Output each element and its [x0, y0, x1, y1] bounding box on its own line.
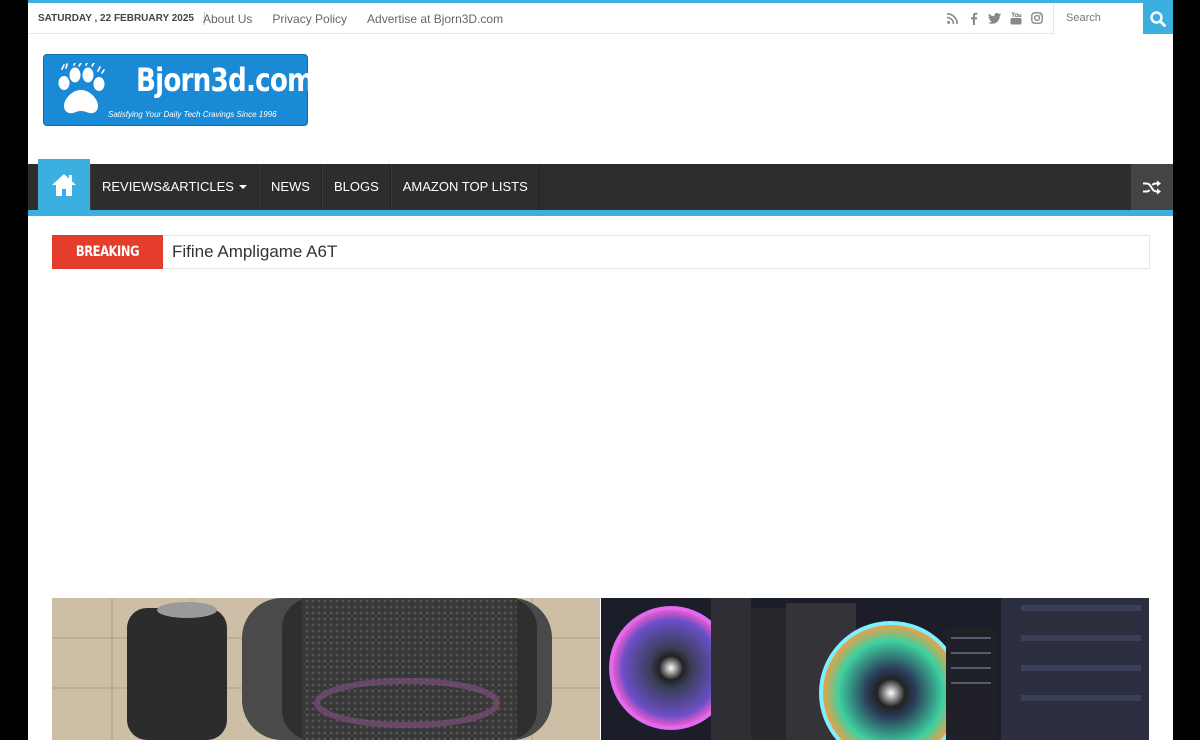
- featured-thumbnails: [52, 598, 1149, 740]
- nav-item-label: REVIEWS&ARTICLES: [102, 179, 234, 194]
- twitter-icon[interactable]: [988, 11, 1001, 25]
- page: SATURDAY , 22 FEBRUARY 2025 About Us Pri…: [28, 0, 1173, 740]
- privacy-policy-link[interactable]: Privacy Policy: [272, 12, 347, 26]
- home-icon: [52, 173, 76, 196]
- home-button[interactable]: [38, 159, 90, 210]
- search-icon: [1150, 10, 1166, 27]
- search-box: [1053, 3, 1143, 34]
- search-button[interactable]: [1143, 3, 1173, 34]
- nav-item-label: AMAZON TOP LISTS: [402, 179, 528, 194]
- top-links: About Us Privacy Policy Advertise at Bjo…: [203, 3, 523, 34]
- pc-cooler-image: [601, 598, 1149, 740]
- nav-item-blogs[interactable]: BLOGS: [321, 164, 391, 210]
- logo-tagline: Satisfying Your Daily Tech Cravings Sinc…: [108, 110, 277, 119]
- nav-item-label: NEWS: [270, 179, 310, 194]
- random-article-button[interactable]: [1131, 164, 1173, 210]
- youtube-icon[interactable]: [1009, 11, 1022, 25]
- site-logo[interactable]: Bjorn3d.com Satisfying Your Daily Tech C…: [43, 54, 314, 126]
- logo-name: Bjorn3d.com: [136, 61, 314, 99]
- paw-icon: [58, 63, 105, 114]
- microphone-image: [52, 598, 600, 740]
- breaking-news-bar: BREAKING NEWS Fifine Ampligame A6T: [52, 235, 1150, 294]
- rss-icon[interactable]: [946, 11, 959, 25]
- top-bar: SATURDAY , 22 FEBRUARY 2025 About Us Pri…: [28, 0, 1173, 34]
- breaking-news-headline[interactable]: Fifine Ampligame A6T: [172, 236, 337, 268]
- instagram-icon[interactable]: [1030, 11, 1043, 25]
- breaking-news-label: BREAKING NEWS: [52, 235, 163, 294]
- nav-item-news[interactable]: NEWS: [258, 164, 322, 210]
- search-input[interactable]: [1054, 3, 1142, 33]
- main-nav: REVIEWS&ARTICLES NEWS BLOGS AMAZON TOP L…: [28, 159, 1173, 216]
- nav-item-label: BLOGS: [333, 179, 379, 194]
- nav-items: REVIEWS&ARTICLES NEWS BLOGS AMAZON TOP L…: [90, 164, 540, 210]
- advertise-link[interactable]: Advertise at Bjorn3D.com: [367, 12, 503, 26]
- nav-item-amazon-top-lists[interactable]: AMAZON TOP LISTS: [390, 164, 540, 210]
- chevron-down-icon: [238, 184, 247, 189]
- facebook-icon[interactable]: [967, 11, 980, 25]
- shuffle-icon: [1143, 180, 1161, 194]
- featured-image-microphone[interactable]: [52, 598, 600, 740]
- social-icons: [946, 11, 1043, 25]
- nav-item-reviews-articles[interactable]: REVIEWS&ARTICLES: [90, 164, 259, 210]
- current-date: SATURDAY , 22 FEBRUARY 2025: [38, 12, 205, 25]
- about-us-link[interactable]: About Us: [203, 12, 252, 26]
- featured-image-pc-cooler[interactable]: [601, 598, 1149, 740]
